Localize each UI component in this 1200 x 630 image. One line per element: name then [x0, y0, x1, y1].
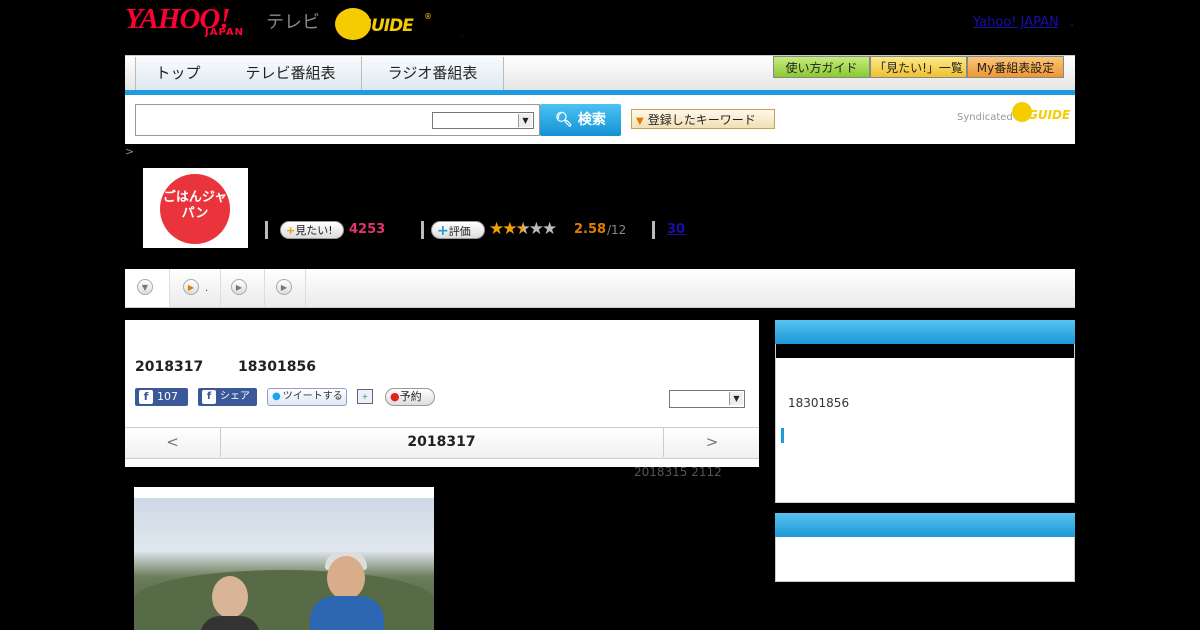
photo-person-1 [212, 576, 248, 618]
last-updated-text: 2018315 2112 [634, 465, 722, 479]
nav-tab-top[interactable]: トップ [135, 57, 221, 90]
play-icon: ▶ [231, 279, 247, 295]
rating-label: 評価 [448, 225, 471, 238]
sidebar-broadcast-time: 18301856 [788, 396, 850, 410]
facebook-share-label: シェア [220, 391, 250, 402]
gguide-logo-text: GUIDE [358, 16, 414, 36]
comments-count-link[interactable]: 30 [667, 222, 685, 237]
rating-button[interactable]: +評価 [431, 221, 485, 239]
mitai-button[interactable]: +見たい! [280, 221, 344, 239]
divider [265, 221, 268, 239]
chevron-down-icon: ▼ [137, 279, 153, 295]
search-icon: 🔍︎ [555, 112, 573, 128]
mitai-count: 4253 [349, 222, 386, 237]
guide-button[interactable]: 使い方ガイド [773, 56, 870, 78]
broadcast-date: 2018317 [135, 359, 204, 375]
plus-icon: + [286, 224, 296, 237]
tab-dot: . [205, 283, 209, 294]
program-thumbnail[interactable]: ごはんジャパン [143, 168, 248, 248]
tweet-label: ツイートする [282, 391, 343, 402]
registered-keywords-button[interactable]: ▼ 登録したキーワード [631, 109, 775, 129]
search-category-select[interactable]: ▼ [432, 112, 534, 129]
previous-day-button[interactable]: < [125, 427, 221, 457]
nav-tab-tv-schedule[interactable]: テレビ番組表 [220, 57, 362, 90]
header-dot: . [461, 28, 465, 39]
tweet-button[interactable]: ● ツイートする [267, 388, 347, 406]
mitai-label: 見たい! [295, 224, 333, 237]
program-photo [134, 498, 434, 630]
photo-hill [134, 570, 434, 630]
facebook-icon: f [202, 390, 216, 404]
star-icon: ★ [528, 219, 544, 239]
chevron-down-icon: ▼ [518, 114, 532, 127]
yahoo-link-dot: . [1070, 15, 1075, 30]
facebook-icon: f [139, 390, 153, 404]
sidebar-panel-1-band [776, 344, 1074, 358]
reserve-recording-button[interactable]: ●予約 [385, 388, 435, 406]
facebook-like-button[interactable]: f 107 [135, 388, 188, 406]
divider [652, 221, 655, 239]
star-icon: ★ [502, 219, 517, 239]
record-dot-icon: ● [390, 390, 400, 403]
search-button[interactable]: 🔍︎ 検索 [540, 104, 621, 136]
divider [421, 221, 424, 239]
chevron-down-icon: ▼ [729, 392, 743, 405]
sidebar-panel-1-header [775, 320, 1075, 344]
search-button-label: 検索 [577, 112, 606, 128]
reserve-label: 予約 [399, 390, 422, 403]
nav-tab-radio-schedule[interactable]: ラジオ番組表 [362, 57, 504, 90]
dropdown-arrow-icon: ▼ [636, 116, 644, 127]
facebook-like-count: 107 [157, 390, 178, 403]
my-schedule-settings-button[interactable]: My番組表設定 [967, 56, 1064, 78]
twitter-bird-icon: ● [272, 391, 281, 402]
syndicated-text: Syndicated [957, 112, 1013, 123]
breadcrumb: > [125, 145, 135, 158]
add-calendar-icon[interactable]: + [357, 389, 373, 404]
plus-icon: + [437, 223, 449, 239]
facebook-share-button[interactable]: f シェア [198, 388, 257, 406]
yahoo-japan-logo-text: JAPAN [205, 27, 244, 38]
registered-keywords-label: 登録したキーワード [647, 113, 756, 127]
rating-score: 2.58 [574, 222, 607, 237]
registered-mark: ® [424, 12, 432, 21]
broadcast-select[interactable]: ▼ [669, 390, 745, 408]
rating-stars: ★★★★★ [489, 219, 557, 239]
photo-person-2 [327, 556, 365, 600]
mitai-list-button[interactable]: 「見たい!」一覧 [870, 56, 967, 78]
broadcast-time: 18301856 [238, 359, 316, 375]
program-logo: ごはんジャパン [160, 174, 230, 244]
tv-logo-text: テレビ [266, 12, 320, 33]
rating-votes: /12 [607, 223, 627, 237]
play-icon: ▶ [276, 279, 292, 295]
sidebar-item-marker [781, 428, 784, 443]
photo-person-2-body [310, 596, 384, 630]
sidebar-panel-2-header [775, 513, 1075, 537]
star-icon: ★ [542, 219, 557, 239]
yahoo-japan-link[interactable]: Yahoo! JAPAN [973, 15, 1059, 30]
syndicated-gguide-text: GUIDE [1028, 108, 1071, 122]
current-day-label: 2018317 [407, 434, 476, 450]
next-day-button[interactable]: > [663, 427, 760, 457]
star-icon: ★ [489, 219, 504, 239]
play-icon: ▶ [183, 279, 199, 295]
star-half-icon: ★ [515, 219, 531, 239]
